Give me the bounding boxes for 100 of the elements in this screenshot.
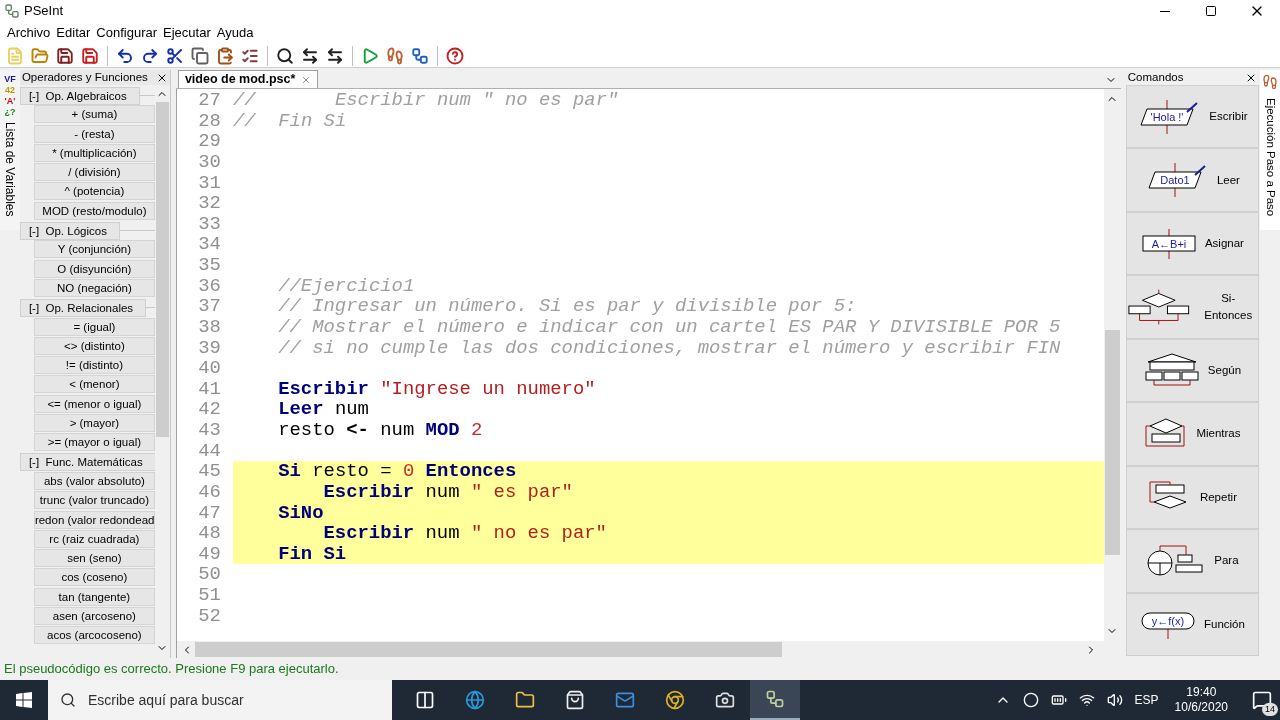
operator-button[interactable]: NO (negación) <box>33 278 155 297</box>
line-number: 35 <box>197 255 221 276</box>
line-number: 38 <box>197 316 221 338</box>
menu-item[interactable]: Editar <box>53 23 94 43</box>
menu-item[interactable]: Configurar <box>93 23 161 43</box>
code-line: Si resto = 0 Entonces <box>278 461 517 482</box>
operator-button[interactable]: trunc (valor truncado) <box>33 491 155 510</box>
side-tab-label: Ejecución Paso a Paso <box>1263 98 1278 217</box>
type-mark: 42 <box>4 85 15 96</box>
operator-button[interactable]: = (igual) <box>33 317 155 336</box>
battery-icon[interactable] <box>1050 692 1067 708</box>
line-number: 33 <box>197 213 221 235</box>
side-tab-label: Lista de Variables <box>1 122 18 217</box>
operator-button[interactable]: > (mayor) <box>33 414 155 433</box>
app-logo-icon[interactable] <box>750 680 800 720</box>
line-number: 47 <box>197 502 221 524</box>
app-logo-icon <box>4 3 20 19</box>
line-number: 34 <box>197 234 221 255</box>
line-number: 41 <box>197 378 221 400</box>
line-number: 27 <box>197 90 221 111</box>
type-mark: VF <box>4 74 16 85</box>
operator-button[interactable]: Y (conjunción) <box>33 240 155 259</box>
volume-icon[interactable] <box>1106 692 1123 708</box>
menu-item[interactable]: Ejecutar <box>160 23 214 43</box>
window-title: PSeInt <box>24 2 64 21</box>
operator-button[interactable]: tan (tangente) <box>33 587 155 606</box>
tray-app-icon[interactable] <box>1022 692 1039 708</box>
line-number: 36 <box>197 275 221 297</box>
line-number: 42 <box>197 399 221 420</box>
command-button[interactable]: Mientras <box>1125 402 1260 466</box>
group-header[interactable]: [-] Op. Lógicos <box>19 221 120 240</box>
line-number: 45 <box>197 461 221 482</box>
line-number: 39 <box>197 337 221 359</box>
line-number: 52 <box>197 605 221 627</box>
code-line: //Ejercicio1 <box>278 275 415 297</box>
command-button[interactable]: Repetir <box>1125 465 1260 530</box>
panel-title: Operadores y Funciones <box>21 71 148 84</box>
command-button[interactable]: y←f(x) Función <box>1125 592 1260 656</box>
operator-button[interactable]: asen (arcoseno) <box>33 607 155 625</box>
line-number: 51 <box>197 585 221 606</box>
search-field[interactable]: Escribe aquí para buscar <box>48 680 392 720</box>
code-line: SiNo <box>278 502 324 524</box>
line-number: 32 <box>197 193 221 214</box>
windows-logo-icon <box>16 692 32 708</box>
operator-button[interactable]: cos (coseno) <box>33 568 155 587</box>
maximize-icon <box>1205 5 1217 17</box>
operator-button[interactable]: abs (valor absoluto) <box>33 471 155 490</box>
operator-button[interactable]: sen (seno) <box>33 549 155 568</box>
flowchart-symbol-icon <box>1126 289 1191 326</box>
search-icon <box>60 692 76 708</box>
operator-button[interactable]: / (división) <box>33 163 155 182</box>
line-number: 43 <box>197 420 221 441</box>
operator-button[interactable]: ^ (potencia) <box>33 182 155 201</box>
menu-item[interactable]: Archivo <box>4 23 54 43</box>
operator-button[interactable]: < (menor) <box>33 375 155 394</box>
code-line: // Mostrar el número e indicar con un cartel ES PAR Y DIVISIBLE POR 5 <box>278 316 1061 338</box>
operator-button[interactable]: O (disyunción) <box>33 259 155 278</box>
command-button[interactable]: Según <box>1125 338 1260 403</box>
code-line: Escribir "Ingrese un numero" <box>278 378 596 400</box>
operator-button[interactable]: <= (menor o igual) <box>33 394 155 413</box>
group-header[interactable]: [-] Op. Relacionales <box>19 298 147 317</box>
command-button[interactable]: Para <box>1125 529 1260 593</box>
clock-date[interactable]: 10/6/2020 <box>1174 700 1228 715</box>
command-button[interactable]: Si-Entonces <box>1125 275 1260 339</box>
code-line: Escribir num " no es par" <box>323 523 607 544</box>
operator-button[interactable]: * (multiplicación) <box>33 143 155 162</box>
code-line: Fin Si <box>278 543 347 565</box>
operator-button[interactable]: - (resta) <box>33 124 155 143</box>
command-button[interactable]: 'Hola !' Escribir <box>1125 85 1260 149</box>
code-line: // Ingresar un número. Si es par y divisible por 5: <box>278 296 857 317</box>
code-line: resto <- num MOD 2 <box>278 420 483 441</box>
menu-item[interactable]: Ayuda <box>213 23 257 43</box>
group-header[interactable]: [-] Op. Algebraicos <box>19 86 140 105</box>
clock-time[interactable]: 19:40 <box>1186 685 1217 700</box>
operator-button[interactable]: redon (valor redondead <box>33 510 155 529</box>
code-line: // si no cumple las dos condiciones, mostrar el número y escribir FIN <box>278 337 1061 359</box>
operator-button[interactable]: rc (raiz cuadrada) <box>33 529 155 548</box>
line-number: 40 <box>197 358 221 379</box>
operator-button[interactable]: >= (mayor o igual) <box>33 433 155 452</box>
variables-side-tab[interactable]: VF 42 'A' ¿? Lista de Variables <box>0 70 20 230</box>
line-number: 48 <box>197 523 221 544</box>
file-tab[interactable]: video de mod.psc* <box>177 70 319 88</box>
line-number: 46 <box>197 481 221 503</box>
group-header[interactable]: [-] Func. Matemáticas <box>19 453 155 472</box>
line-number: 30 <box>197 151 221 173</box>
command-button[interactable]: A←B+i Asignar <box>1125 211 1260 276</box>
line-number: 50 <box>197 564 221 585</box>
code-line: // Escribir num " no es par" <box>232 90 619 111</box>
command-button[interactable]: Dato1 Leer <box>1125 148 1260 212</box>
operator-button[interactable]: <> (distinto) <box>33 336 155 355</box>
language-indicator[interactable]: ESP <box>1134 691 1159 709</box>
notification-count: 14 <box>1262 703 1278 716</box>
code-line: Escribir num " es par" <box>323 481 573 503</box>
operator-button[interactable]: + (suma) <box>33 105 155 124</box>
wifi-icon[interactable] <box>1078 692 1095 708</box>
operator-button[interactable]: != (distinto) <box>33 356 155 375</box>
operator-button[interactable]: acos (arcocoseno) <box>33 626 155 645</box>
step-by-step-side-tab[interactable]: Ejecución Paso a Paso <box>1260 70 1280 230</box>
operator-button[interactable]: MOD (resto/modulo) <box>33 201 155 220</box>
line-number: 44 <box>197 440 221 462</box>
